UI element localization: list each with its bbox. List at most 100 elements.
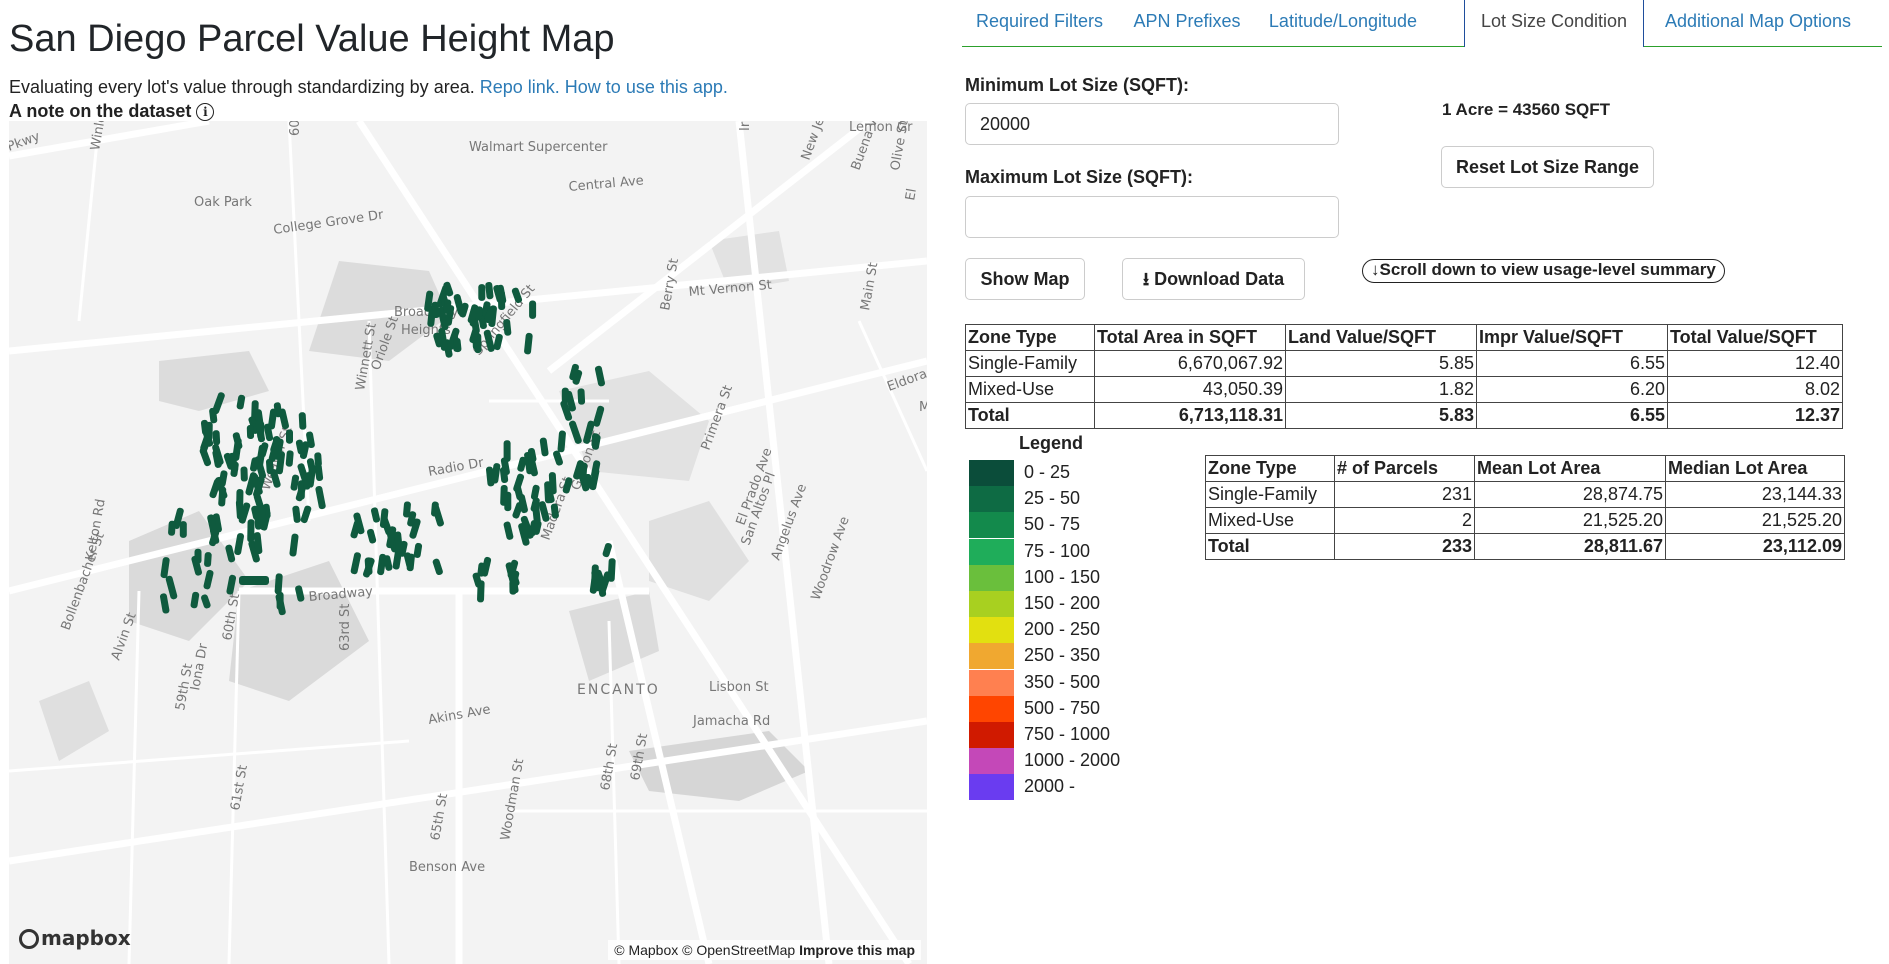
legend-swatch xyxy=(969,774,1014,801)
parcel-marker[interactable] xyxy=(285,450,294,467)
legend-swatch xyxy=(969,538,1014,565)
howto-link[interactable]: How to use this app. xyxy=(565,77,728,97)
parcel-marker[interactable] xyxy=(205,421,213,441)
cell: 6.55 xyxy=(1476,402,1668,429)
parcel-marker[interactable] xyxy=(199,447,212,467)
parcel-marker[interactable] xyxy=(579,462,588,479)
mapbox-logo[interactable]: mapbox xyxy=(19,926,131,950)
tab-additional-map-options[interactable]: Additional Map Options xyxy=(1646,0,1870,46)
legend-label: 0 - 25 xyxy=(1024,462,1071,482)
mapbox-logo-text: mapbox xyxy=(41,926,131,950)
map-canvas[interactable]: Lemon GrWalmart SupercenterOak ParkColle… xyxy=(9,121,927,964)
parcel-marker[interactable] xyxy=(247,519,255,543)
parcel-marker[interactable] xyxy=(491,463,501,484)
tab-apn-prefixes[interactable]: APN Prefixes xyxy=(1117,0,1257,46)
tab-required-filters[interactable]: Required Filters xyxy=(962,0,1117,46)
map[interactable]: Lemon Gr Walmart Supercenter Oak Park Colle… xyxy=(9,121,927,964)
parcel-marker[interactable] xyxy=(179,521,187,538)
col-total-value: Total Value/SQFT xyxy=(1667,324,1843,351)
parcel-marker[interactable] xyxy=(539,437,549,457)
map-label: Mc xyxy=(919,400,927,415)
parcel-marker[interactable] xyxy=(289,533,299,557)
page-subtitle: Evaluating every lot's value through sta… xyxy=(9,77,728,98)
parcel-marker[interactable] xyxy=(413,542,423,559)
legend-swatch xyxy=(969,722,1014,748)
scroll-summary-button[interactable]: ↓Scroll down to view usage-level summary xyxy=(1362,259,1725,283)
map-label: Oak Park xyxy=(194,195,252,210)
parcel-marker[interactable] xyxy=(276,591,284,610)
cell: 2 xyxy=(1334,507,1475,534)
parcel-marker[interactable] xyxy=(500,485,508,506)
parcel-marker[interactable] xyxy=(274,573,283,595)
parcel-marker[interactable] xyxy=(314,463,324,481)
parcel-marker[interactable] xyxy=(591,564,599,584)
parcel-marker[interactable] xyxy=(403,501,411,518)
parcel-marker[interactable] xyxy=(168,520,176,536)
legend-swatch xyxy=(969,460,1014,486)
parcel-marker[interactable] xyxy=(503,521,514,541)
map-label: Walmart Supercenter xyxy=(469,140,608,155)
cell: 12.37 xyxy=(1667,402,1843,429)
parcel-marker[interactable] xyxy=(194,548,202,564)
legend-label: 500 - 750 xyxy=(1024,697,1101,718)
cell: 5.83 xyxy=(1285,402,1477,429)
cell: 28,811.67 xyxy=(1474,533,1666,560)
tab-latitude-longitude[interactable]: Latitude/Longitude xyxy=(1257,0,1429,46)
parcel-marker[interactable] xyxy=(218,486,227,507)
parcel-marker[interactable] xyxy=(485,281,494,300)
parcel-marker[interactable] xyxy=(239,576,269,585)
parcel-marker[interactable] xyxy=(298,412,307,430)
show-map-button[interactable]: Show Map xyxy=(965,258,1085,300)
cell: 6.55 xyxy=(1476,350,1668,377)
map-label: 61st St xyxy=(228,764,251,812)
parcel-marker[interactable] xyxy=(212,430,221,446)
map-label: ENCANTO xyxy=(577,682,660,698)
parcel-marker[interactable] xyxy=(236,489,244,508)
parcel-marker[interactable] xyxy=(204,552,212,567)
parcel-marker[interactable] xyxy=(370,507,381,523)
map-label: El xyxy=(903,187,920,201)
min-lot-size-input[interactable]: 20000 xyxy=(965,103,1339,145)
legend-label: 100 - 150 xyxy=(1024,566,1101,587)
min-lot-size-label: Minimum Lot Size (SQFT): xyxy=(965,75,1189,95)
parcel-marker[interactable] xyxy=(524,332,533,355)
cell: 6,713,118.31 xyxy=(1094,402,1286,429)
tab-lot-size-condition[interactable]: Lot Size Condition xyxy=(1464,0,1644,47)
legend-swatch xyxy=(969,617,1014,644)
parcel-marker[interactable] xyxy=(362,557,375,579)
col-zone-type: Zone Type xyxy=(965,324,1095,351)
reset-lot-size-button[interactable]: Reset Lot Size Range xyxy=(1441,146,1654,188)
parcel-marker[interactable] xyxy=(477,580,485,603)
mapbox-icon xyxy=(19,929,39,949)
right-panel: Required Filters APN Prefixes Latitude/L… xyxy=(962,0,1887,964)
col-land-value: Land Value/SQFT xyxy=(1285,324,1477,351)
parcel-marker[interactable] xyxy=(443,299,452,314)
max-lot-size-input[interactable] xyxy=(965,196,1339,238)
parcel-marker[interactable] xyxy=(350,552,361,575)
parcel-marker[interactable] xyxy=(240,466,248,482)
cell: 231 xyxy=(1334,481,1475,508)
improve-map-link[interactable]: Improve this map xyxy=(799,942,915,958)
tab-bar: Required Filters APN Prefixes Latitude/L… xyxy=(962,0,1882,47)
attribution-text[interactable]: © Mapbox © OpenStreetMap xyxy=(614,942,795,958)
parcel-marker[interactable] xyxy=(478,284,486,301)
parcel-marker[interactable] xyxy=(267,408,278,430)
parcel-marker[interactable] xyxy=(577,388,586,405)
info-icon[interactable]: i xyxy=(196,103,215,121)
parcel-marker[interactable] xyxy=(529,300,537,319)
repo-link[interactable]: Repo link. xyxy=(480,77,560,97)
parcel-marker[interactable] xyxy=(286,429,293,444)
parcel-marker[interactable] xyxy=(246,424,255,439)
parcel-marker[interactable] xyxy=(232,437,242,461)
legend-swatch xyxy=(969,695,1014,722)
parcel-marker[interactable] xyxy=(315,485,326,510)
cell: 8.02 xyxy=(1667,376,1843,403)
download-data-button[interactable]: ⭳ Download Data xyxy=(1122,258,1305,300)
map-label: 60th St xyxy=(288,121,303,136)
parcel-marker[interactable] xyxy=(548,472,557,495)
cell: Mixed-Use xyxy=(1205,507,1335,534)
cell: 5.85 xyxy=(1285,350,1477,377)
cell: 21,525.20 xyxy=(1474,507,1666,534)
parcel-summary-table: Zone Type # of Parcels Mean Lot Area Med… xyxy=(1205,455,1845,560)
parcel-marker[interactable] xyxy=(432,558,444,576)
